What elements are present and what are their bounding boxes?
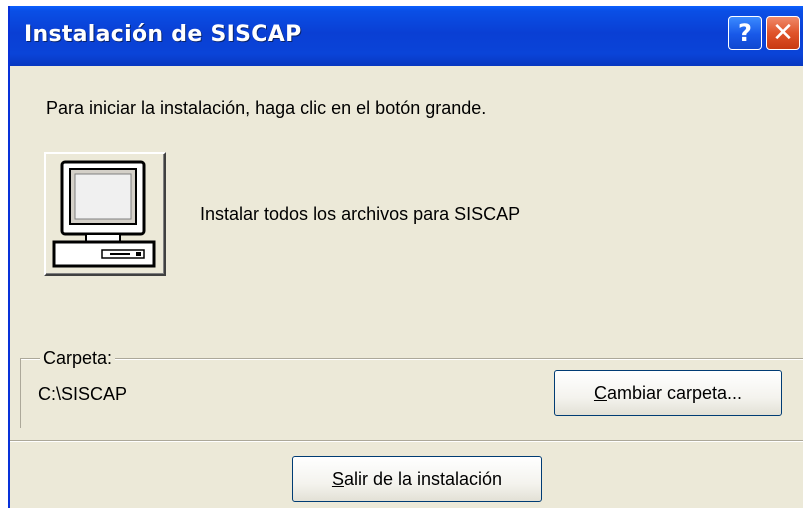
- title-bar[interactable]: Instalación de SISCAP ? ✕: [10, 6, 803, 66]
- install-description: Instalar todos los archivos para SISCAP: [200, 204, 521, 224]
- close-button[interactable]: ✕: [766, 16, 800, 50]
- window-title: Instalación de SISCAP: [24, 22, 302, 47]
- instruction-text: Para iniciar la instalación, haga clic e…: [46, 98, 487, 118]
- exit-setup-accel: S: [331, 468, 344, 489]
- help-button[interactable]: ?: [728, 16, 762, 50]
- help-icon: ?: [738, 19, 752, 47]
- folder-path: C:\SISCAP: [38, 384, 128, 404]
- install-all-button[interactable]: [44, 152, 166, 276]
- change-folder-label: ambiar carpeta...: [606, 382, 743, 403]
- change-folder-accel: C: [593, 382, 607, 403]
- installer-window: Instalación de SISCAP ? ✕ Para iniciar l…: [8, 6, 803, 508]
- computer-icon: [52, 160, 156, 268]
- folder-legend: Carpeta:: [40, 348, 116, 369]
- groupbox-border: [20, 358, 21, 428]
- exit-setup-button[interactable]: Salir de la instalación: [292, 456, 542, 502]
- separator: [10, 440, 803, 442]
- close-icon: ✕: [772, 18, 794, 48]
- change-folder-button[interactable]: Cambiar carpeta...: [554, 370, 782, 416]
- exit-setup-label: alir de la instalación: [343, 468, 503, 489]
